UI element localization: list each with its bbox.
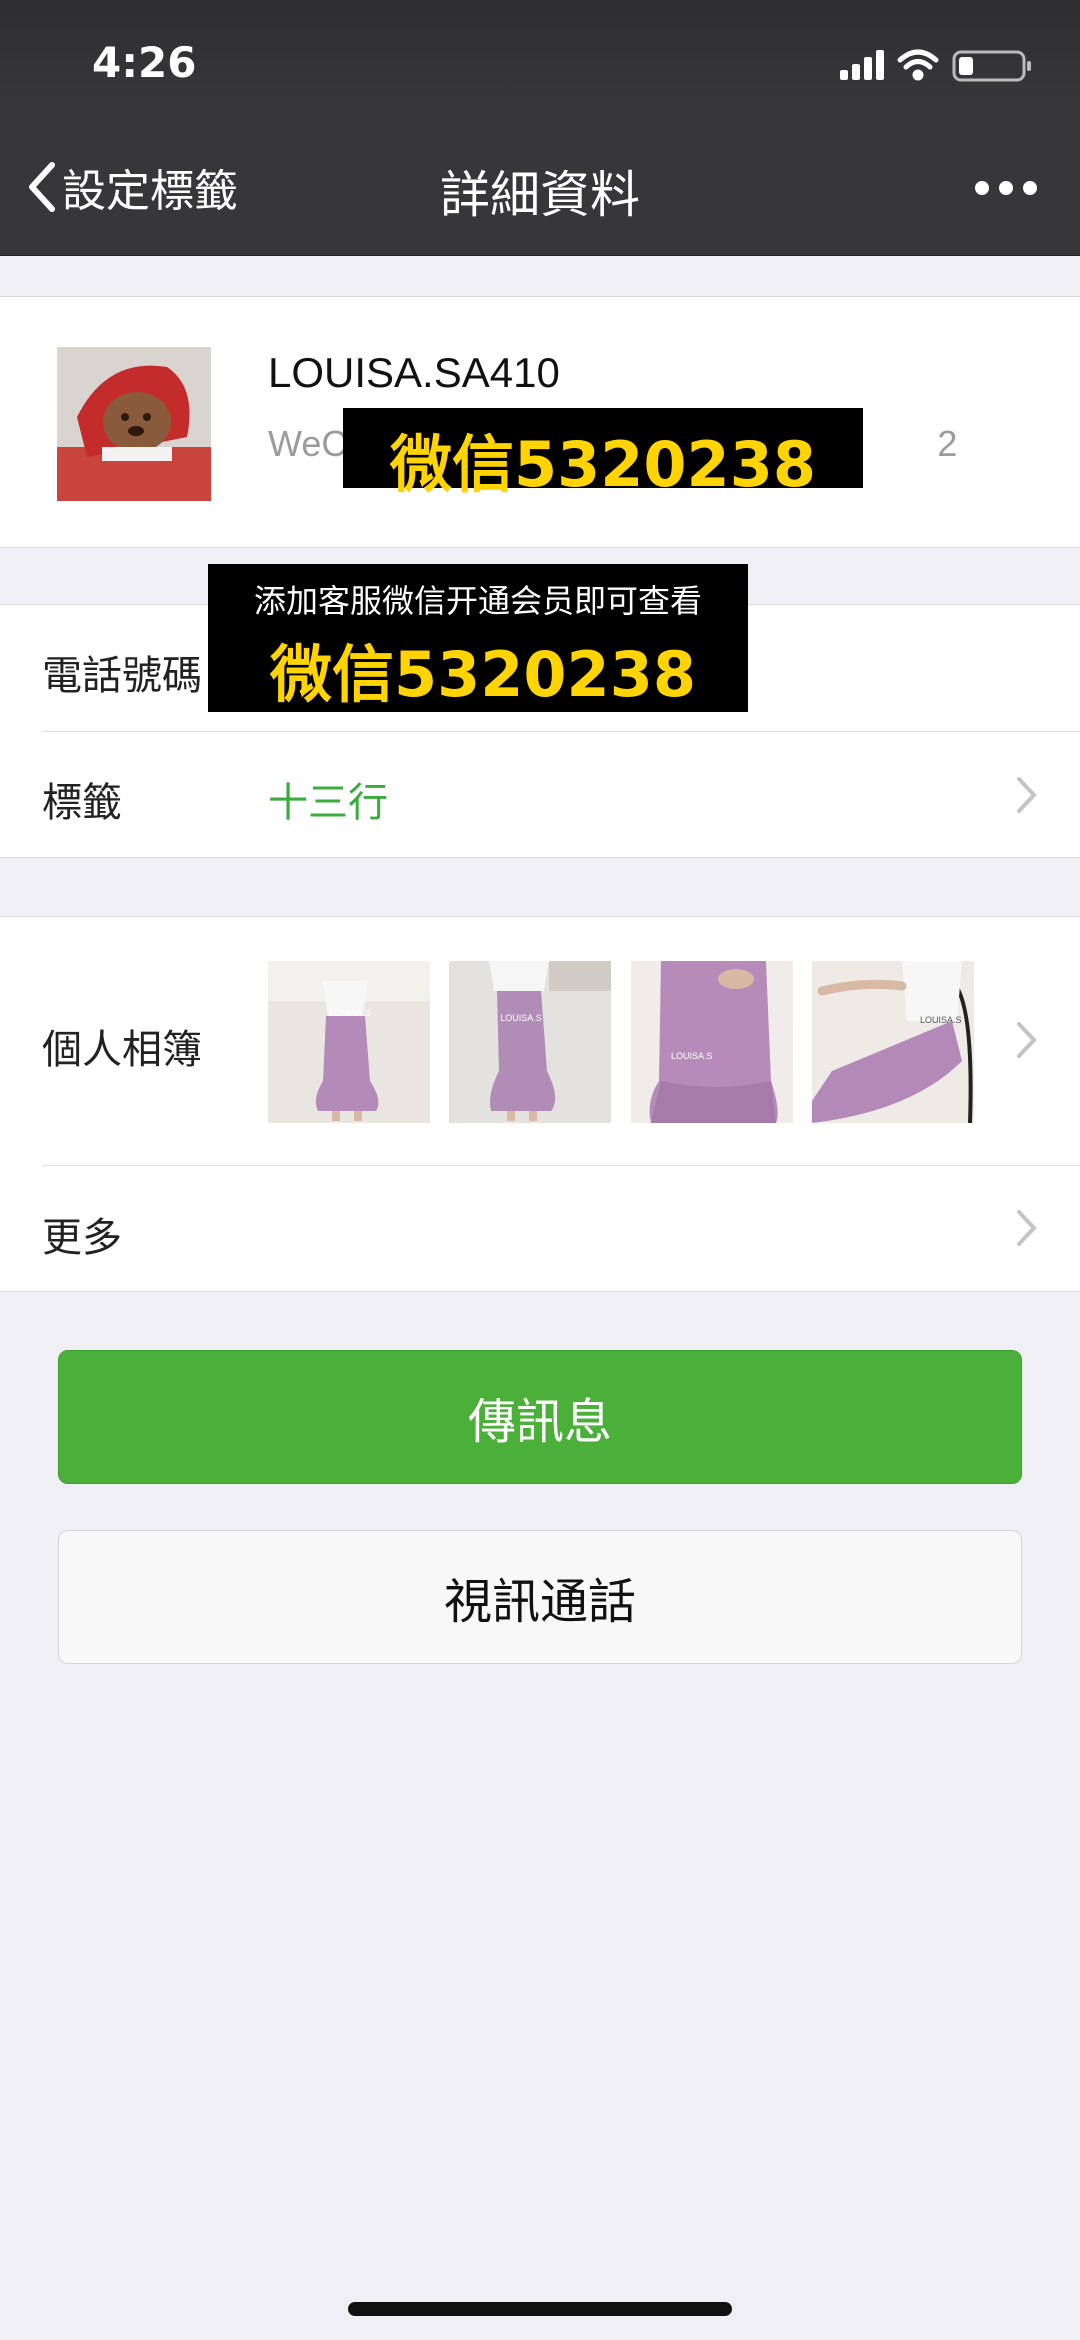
back-button[interactable]: 設定標籤 xyxy=(26,155,238,219)
wechat-id-suffix: 2 xyxy=(937,423,958,464)
promo-banner-top: 微信5320238 xyxy=(343,408,863,501)
promo-wechat-text: 微信5320238 xyxy=(270,638,696,711)
signal-icon xyxy=(840,50,884,80)
battery-icon xyxy=(952,50,1031,82)
divider xyxy=(42,1165,1080,1166)
tag-value: 十三行 xyxy=(268,780,388,826)
navigation-bar: 設定標籤 詳細資料 xyxy=(0,100,1080,256)
tag-row[interactable]: 標籤 十三行 xyxy=(0,732,1080,857)
back-label: 設定標籤 xyxy=(62,166,238,217)
photo-watermark: LOUISA.S xyxy=(920,1015,962,1025)
promo-banner-middle: 添加客服微信开通会员即可查看 微信5320238 xyxy=(208,564,748,712)
status-time: 4:26 xyxy=(92,38,197,87)
more-label: 更多 xyxy=(42,1215,122,1261)
photo-watermark: LOUISA.S xyxy=(329,1008,371,1018)
album-photo[interactable]: LOUISA.S xyxy=(631,961,793,1123)
album-photo[interactable]: LOUISA.S xyxy=(812,961,974,1123)
promo-wechat-text: 微信5320238 xyxy=(390,428,816,501)
wechat-id-prefix: WeC xyxy=(268,423,348,464)
chevron-left-icon xyxy=(29,162,55,212)
send-message-button[interactable]: 傳訊息 xyxy=(58,1350,1022,1484)
home-indicator[interactable] xyxy=(348,2302,732,2316)
photo-watermark: LOUISA.S xyxy=(500,1013,542,1023)
phone-label: 電話號碼 xyxy=(42,653,202,699)
tag-label: 標籤 xyxy=(42,780,122,826)
wifi-icon xyxy=(897,49,939,81)
chevron-right-icon xyxy=(1017,1210,1037,1246)
profile-nickname: LOUISA.SA410 xyxy=(268,349,560,396)
album-card: 個人相簿 LOUISA.S LOUISA.S LOUISA.S LOUISA.S… xyxy=(0,916,1080,1292)
video-call-button[interactable]: 視訊通話 xyxy=(58,1530,1022,1664)
chevron-right-icon xyxy=(1017,777,1037,813)
chevron-right-icon xyxy=(1017,1022,1037,1058)
avatar[interactable] xyxy=(57,347,211,501)
status-icons xyxy=(840,49,1031,82)
photo-watermark: LOUISA.S xyxy=(671,1051,713,1061)
album-photo[interactable]: LOUISA.S xyxy=(268,961,430,1123)
album-label: 個人相簿 xyxy=(42,1027,202,1073)
promo-caption: 添加客服微信开通会员即可查看 xyxy=(253,582,702,620)
more-options-icon[interactable] xyxy=(974,180,1038,196)
album-photo[interactable]: LOUISA.S xyxy=(449,961,611,1123)
status-bar: 4:26 xyxy=(0,0,1080,100)
